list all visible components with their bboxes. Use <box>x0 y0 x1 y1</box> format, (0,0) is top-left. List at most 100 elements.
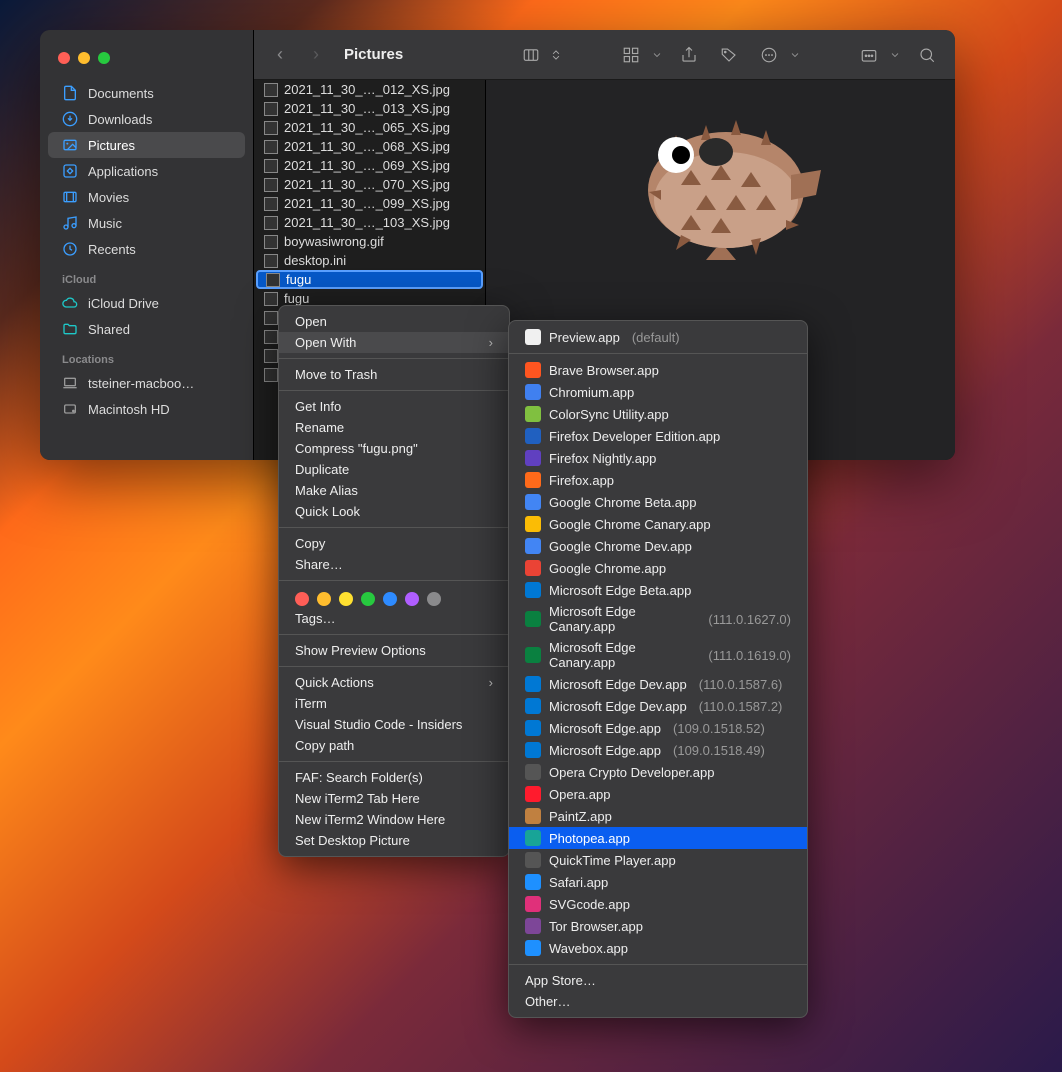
sidebar-item-applications[interactable]: Applications <box>48 158 245 184</box>
ctx-iterm-tab[interactable]: New iTerm2 Tab Here <box>279 788 509 809</box>
openwith-app[interactable]: Microsoft Edge Dev.app(110.0.1587.2) <box>509 695 807 717</box>
file-row[interactable]: 2021_11_30_…_065_XS.jpg <box>254 118 485 137</box>
forward-button[interactable]: › <box>304 44 328 65</box>
file-row[interactable]: 2021_11_30_…_069_XS.jpg <box>254 156 485 175</box>
openwith-app[interactable]: Tor Browser.app <box>509 915 807 937</box>
openwith-app[interactable]: Google Chrome Canary.app <box>509 513 807 535</box>
ctx-vscode[interactable]: Visual Studio Code - Insiders <box>279 714 509 735</box>
file-row[interactable]: 2021_11_30_…_013_XS.jpg <box>254 99 485 118</box>
group-icon[interactable] <box>617 41 645 69</box>
openwith-app[interactable]: Opera.app <box>509 783 807 805</box>
openwith-app[interactable]: QuickTime Player.app <box>509 849 807 871</box>
openwith-app[interactable]: Google Chrome.app <box>509 557 807 579</box>
openwith-app[interactable]: Firefox Nightly.app <box>509 447 807 469</box>
sidebar-item-shared[interactable]: Shared <box>48 316 245 342</box>
file-row[interactable]: fugu <box>256 270 483 289</box>
file-row[interactable]: 2021_11_30_…_099_XS.jpg <box>254 194 485 213</box>
ctx-compress[interactable]: Compress "fugu.png" <box>279 438 509 459</box>
openwith-app[interactable]: Microsoft Edge Beta.app <box>509 579 807 601</box>
tag-color-dot[interactable] <box>339 592 353 606</box>
ctx-iterm-window[interactable]: New iTerm2 Window Here <box>279 809 509 830</box>
openwith-other[interactable]: Other… <box>509 991 807 1012</box>
tag-color-dot[interactable] <box>383 592 397 606</box>
chevron-down-icon[interactable] <box>889 41 901 69</box>
file-icon <box>264 83 278 97</box>
tag-icon[interactable] <box>715 41 743 69</box>
ctx-make-alias[interactable]: Make Alias <box>279 480 509 501</box>
openwith-app[interactable]: Photopea.app <box>509 827 807 849</box>
tag-color-dot[interactable] <box>361 592 375 606</box>
app-icon <box>525 830 541 846</box>
ctx-quick-actions[interactable]: Quick Actions› <box>279 672 509 693</box>
app-icon <box>525 611 541 627</box>
ctx-show-preview-options[interactable]: Show Preview Options <box>279 640 509 661</box>
openwith-app[interactable]: Microsoft Edge.app(109.0.1518.49) <box>509 739 807 761</box>
tag-color-dot[interactable] <box>427 592 441 606</box>
ctx-duplicate[interactable]: Duplicate <box>279 459 509 480</box>
chevron-down-icon[interactable] <box>651 41 663 69</box>
sidebar-item-downloads[interactable]: Downloads <box>48 106 245 132</box>
sidebar-item-recents[interactable]: Recents <box>48 236 245 262</box>
ctx-iterm[interactable]: iTerm <box>279 693 509 714</box>
file-row[interactable]: desktop.ini <box>254 251 485 270</box>
ctx-open[interactable]: Open <box>279 311 509 332</box>
file-row[interactable]: boywasiwrong.gif <box>254 232 485 251</box>
ctx-rename[interactable]: Rename <box>279 417 509 438</box>
file-row[interactable]: 2021_11_30_…_070_XS.jpg <box>254 175 485 194</box>
ctx-share[interactable]: Share… <box>279 554 509 575</box>
minimize-icon[interactable] <box>78 52 90 64</box>
sidebar-item-pictures[interactable]: Pictures <box>48 132 245 158</box>
openwith-app[interactable]: Firefox Developer Edition.app <box>509 425 807 447</box>
sidebar-item-movies[interactable]: Movies <box>48 184 245 210</box>
openwith-app[interactable]: ColorSync Utility.app <box>509 403 807 425</box>
ctx-set-desktop[interactable]: Set Desktop Picture <box>279 830 509 851</box>
app-suffix: (default) <box>632 330 680 345</box>
ctx-tags[interactable]: Tags… <box>279 608 509 629</box>
ctx-quick-look[interactable]: Quick Look <box>279 501 509 522</box>
zoom-icon[interactable] <box>98 52 110 64</box>
close-icon[interactable] <box>58 52 70 64</box>
openwith-app[interactable]: SVGcode.app <box>509 893 807 915</box>
openwith-app[interactable]: Chromium.app <box>509 381 807 403</box>
ctx-copy[interactable]: Copy <box>279 533 509 554</box>
ctx-faf[interactable]: FAF: Search Folder(s) <box>279 767 509 788</box>
openwith-default[interactable]: Preview.app (default) <box>509 326 807 348</box>
openwith-app[interactable]: Microsoft Edge Dev.app(110.0.1587.6) <box>509 673 807 695</box>
chevron-down-icon[interactable] <box>789 41 801 69</box>
openwith-app[interactable]: PaintZ.app <box>509 805 807 827</box>
sidebar-item-tsteiner-macboo-[interactable]: tsteiner-macboo… <box>48 370 245 396</box>
openwith-app[interactable]: Safari.app <box>509 871 807 893</box>
file-row[interactable]: 2021_11_30_…_103_XS.jpg <box>254 213 485 232</box>
openwith-app[interactable]: Microsoft Edge Canary.app(111.0.1619.0) <box>509 637 807 673</box>
openwith-app-store[interactable]: App Store… <box>509 970 807 991</box>
ctx-get-info[interactable]: Get Info <box>279 396 509 417</box>
back-button[interactable]: ‹ <box>268 44 292 65</box>
actions-icon[interactable] <box>855 41 883 69</box>
search-icon[interactable] <box>913 41 941 69</box>
openwith-app[interactable]: Firefox.app <box>509 469 807 491</box>
sidebar-item-music[interactable]: Music <box>48 210 245 236</box>
file-row[interactable]: 2021_11_30_…_068_XS.jpg <box>254 137 485 156</box>
share-icon[interactable] <box>675 41 703 69</box>
file-row[interactable]: 2021_11_30_…_012_XS.jpg <box>254 80 485 99</box>
app-icon <box>525 472 541 488</box>
tag-color-dot[interactable] <box>295 592 309 606</box>
tag-color-dot[interactable] <box>405 592 419 606</box>
ctx-trash[interactable]: Move to Trash <box>279 364 509 385</box>
openwith-app[interactable]: Opera Crypto Developer.app <box>509 761 807 783</box>
openwith-app[interactable]: Brave Browser.app <box>509 359 807 381</box>
view-options-icon[interactable] <box>549 41 563 69</box>
sidebar-item-macintosh-hd[interactable]: Macintosh HD <box>48 396 245 422</box>
openwith-app[interactable]: Google Chrome Dev.app <box>509 535 807 557</box>
view-columns-icon[interactable] <box>517 41 545 69</box>
ctx-open-with[interactable]: Open With› <box>279 332 509 353</box>
sidebar-item-documents[interactable]: Documents <box>48 80 245 106</box>
tag-color-dot[interactable] <box>317 592 331 606</box>
openwith-app[interactable]: Wavebox.app <box>509 937 807 959</box>
sidebar-item-icloud-drive[interactable]: iCloud Drive <box>48 290 245 316</box>
openwith-app[interactable]: Google Chrome Beta.app <box>509 491 807 513</box>
openwith-app[interactable]: Microsoft Edge.app(109.0.1518.52) <box>509 717 807 739</box>
openwith-app[interactable]: Microsoft Edge Canary.app(111.0.1627.0) <box>509 601 807 637</box>
ctx-copy-path[interactable]: Copy path <box>279 735 509 756</box>
more-icon[interactable] <box>755 41 783 69</box>
